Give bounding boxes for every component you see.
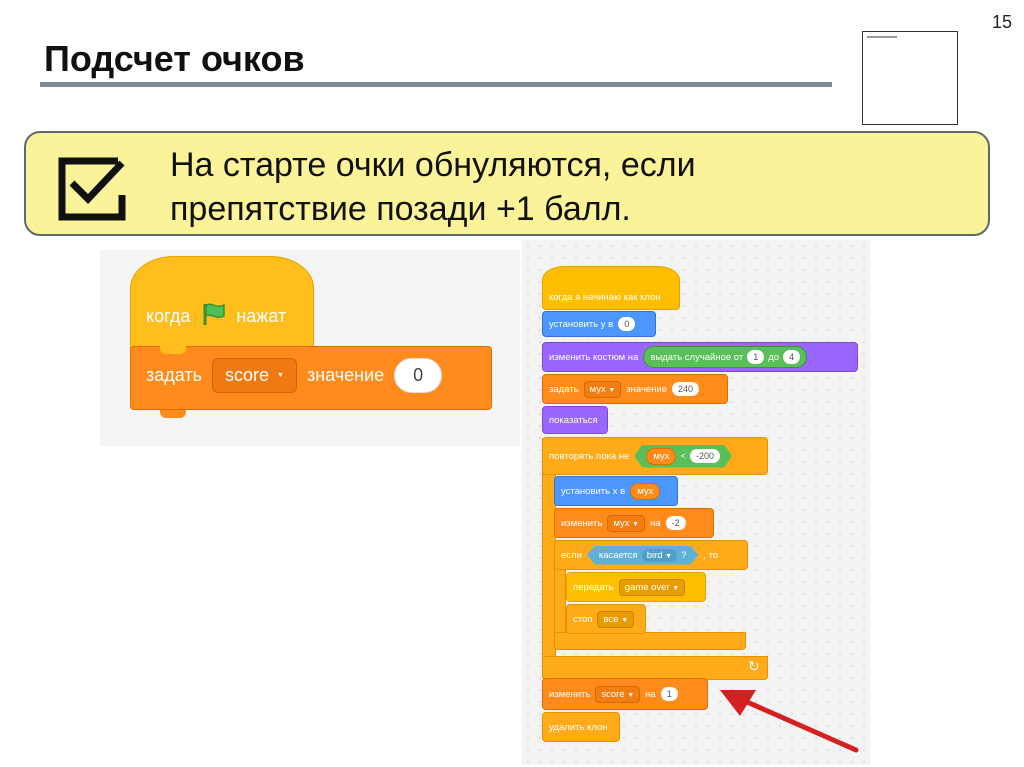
stop-block[interactable]: стоп все ▼ xyxy=(566,604,646,634)
then-label: , то xyxy=(703,549,719,561)
dropdown-arrow-icon: ▼ xyxy=(627,691,635,699)
random-operator[interactable]: выдать случайное от 1 до 4 xyxy=(643,346,808,368)
delete-clone-block[interactable]: удалить клон xyxy=(542,712,620,742)
repeat-until-label: повторять пока не xyxy=(549,450,630,462)
broadcast-message-label: game over xyxy=(624,581,670,593)
set-x-block[interactable]: установить х в мух xyxy=(554,476,678,506)
score-value-input[interactable]: 0 xyxy=(394,358,443,393)
myx-variable-label: мух xyxy=(613,517,630,529)
dropdown-arrow-icon: ▼ xyxy=(621,616,628,624)
myx-reporter[interactable]: мух xyxy=(646,448,676,465)
broadcast-message-dropdown[interactable]: game over ▼ xyxy=(618,578,686,596)
bird-label: bird xyxy=(646,549,663,561)
green-flag-icon xyxy=(200,302,226,331)
show-label: показаться xyxy=(549,414,598,426)
set-y-block[interactable]: установить у в 0 xyxy=(542,311,656,337)
block-notch xyxy=(160,346,186,354)
change-score-block[interactable]: изменить score ▼ на 1 xyxy=(542,678,708,710)
slide-title: Подсчет очков xyxy=(44,38,305,79)
value-label: значение xyxy=(306,365,385,385)
stop-label: стоп xyxy=(573,613,593,625)
touching-label: касается xyxy=(598,549,638,561)
random-to-input[interactable]: 4 xyxy=(783,350,801,364)
set-myx-value-input[interactable]: 240 xyxy=(672,382,700,396)
repeat-c-bottom xyxy=(542,656,768,680)
repeat-until-block[interactable]: повторять пока не мух < -200 xyxy=(542,437,768,475)
delete-clone-label: удалить клон xyxy=(549,721,608,733)
dropdown-arrow-icon: ▼ xyxy=(672,584,680,592)
change-myx-value-input[interactable]: -2 xyxy=(665,516,686,530)
show-block[interactable]: показаться xyxy=(542,406,608,434)
myx-reporter[interactable]: мух xyxy=(630,482,661,500)
score-variable-dropdown[interactable]: score ▼ xyxy=(212,358,297,393)
checkbox-icon xyxy=(56,153,128,228)
dropdown-arrow-icon: ▼ xyxy=(632,520,640,528)
by-label: на xyxy=(650,517,661,529)
if-label: если xyxy=(561,549,582,561)
callout-text: На старте очки обнуляются, если препятст… xyxy=(170,146,696,228)
less-than-sign: < xyxy=(680,450,687,462)
if-then-block[interactable]: если касается bird ▼ ? , то xyxy=(554,540,748,570)
loop-arrow-icon: ↻ xyxy=(748,658,760,674)
random-to-label: до xyxy=(768,351,780,363)
question-mark: ? xyxy=(681,549,687,561)
callout-box: На старте очки обнуляются, если препятст… xyxy=(24,131,990,236)
random-from-input[interactable]: 1 xyxy=(747,350,765,364)
change-myx-block[interactable]: изменить мух ▼ на -2 xyxy=(554,508,714,538)
red-arrow-icon xyxy=(720,690,859,753)
thumbnail-frame xyxy=(862,31,958,125)
bird-dropdown[interactable]: bird ▼ xyxy=(642,549,677,562)
stop-option-label: все xyxy=(603,613,619,625)
set-y-value-input[interactable]: 0 xyxy=(618,317,636,331)
title-underline xyxy=(40,82,832,87)
random-label: выдать случайное от xyxy=(650,351,744,363)
touching-sensor[interactable]: касается bird ▼ ? xyxy=(587,546,699,565)
dropdown-arrow-icon: ▼ xyxy=(277,372,284,379)
myx-variable-label: мух xyxy=(589,383,606,395)
dropdown-arrow-icon: ▼ xyxy=(608,386,616,394)
clone-start-label: когда я начинаю как клон xyxy=(549,292,661,303)
hat-clicked-label: нажат xyxy=(236,306,287,326)
set-y-label: установить у в xyxy=(549,318,614,330)
if-c-bottom xyxy=(554,632,746,650)
score-variable-dropdown[interactable]: score ▼ xyxy=(595,685,641,703)
myx-variable-dropdown[interactable]: мух ▼ xyxy=(607,514,646,532)
less-than-operator[interactable]: мух < -200 xyxy=(634,445,732,468)
change-score-value-input[interactable]: 1 xyxy=(660,687,678,701)
broadcast-label: передать xyxy=(573,581,614,593)
value-label: значение xyxy=(626,383,668,395)
switch-costume-label: изменить костюм на xyxy=(549,351,639,363)
score-variable-label: score xyxy=(225,365,270,385)
hat-when-label: когда xyxy=(146,306,191,326)
set-label: задать xyxy=(146,365,203,385)
score-variable-label: score xyxy=(601,688,625,700)
block-notch xyxy=(160,410,186,418)
set-myx-block[interactable]: задать мух ▼ значение 240 xyxy=(542,374,728,404)
slide-number: 15 xyxy=(992,12,1013,32)
thumbnail-mark xyxy=(867,36,897,38)
set-label: задать xyxy=(549,383,579,395)
myx-variable-dropdown[interactable]: мух ▼ xyxy=(583,380,622,398)
broadcast-block[interactable]: передать game over ▼ xyxy=(566,572,706,602)
change-label: изменить xyxy=(561,517,603,529)
stop-option-dropdown[interactable]: все ▼ xyxy=(597,610,634,628)
switch-costume-block[interactable]: изменить костюм на выдать случайное от 1… xyxy=(542,342,858,372)
set-x-label: установить х в xyxy=(561,485,626,497)
dropdown-arrow-icon: ▼ xyxy=(665,552,673,560)
change-label: изменить xyxy=(549,688,591,700)
less-than-value-input[interactable]: -200 xyxy=(690,449,720,463)
by-label: на xyxy=(645,688,656,700)
when-clone-starts-block[interactable]: когда я начинаю как клон xyxy=(542,266,680,310)
